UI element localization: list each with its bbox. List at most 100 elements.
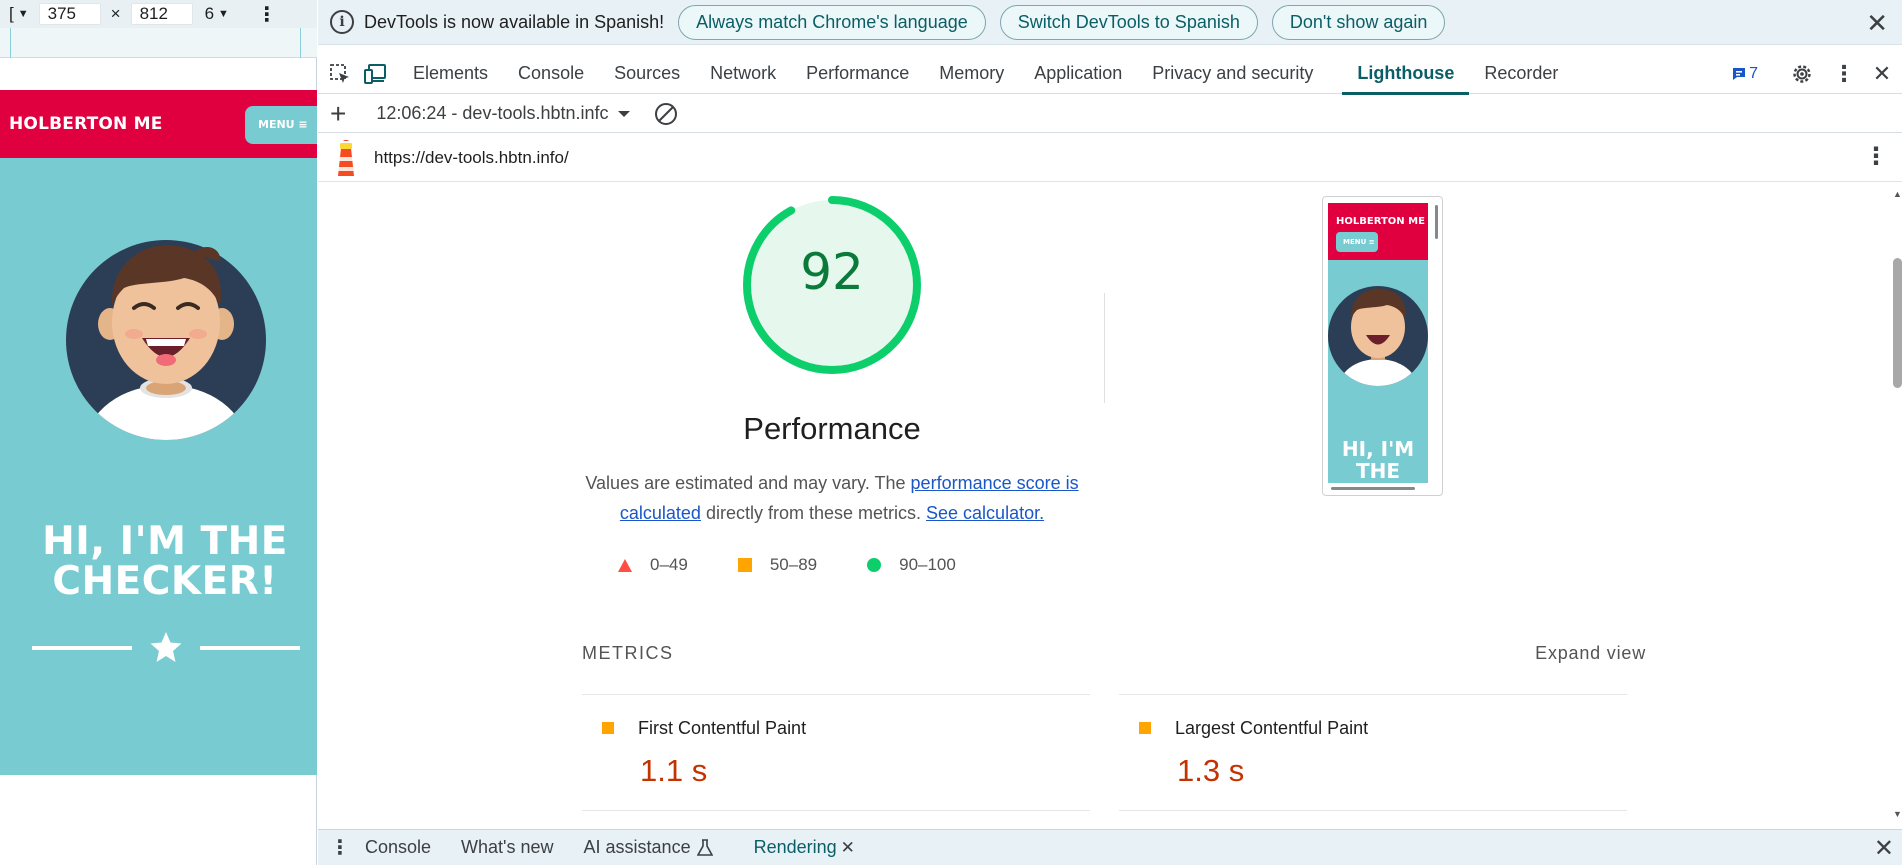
thumbnail-scrollbar [1435, 205, 1438, 239]
lighthouse-toolbar: + 12:06:24 - dev-tools.hbtn.infc [318, 95, 1902, 133]
see-calculator-link[interactable]: See calculator. [926, 503, 1044, 523]
always-match-language-button[interactable]: Always match Chrome's language [678, 4, 986, 40]
devtools-panel: i DevTools is now available in Spanish! … [318, 0, 1902, 865]
dimensions-dropdown-arrow-icon[interactable]: ▼ [18, 8, 29, 20]
average-square-icon [602, 722, 614, 734]
width-input[interactable]: 375 [38, 3, 101, 25]
metric-name: Largest Contentful Paint [1175, 718, 1369, 738]
site-header: HOLBERTON ME MENU ≡ [0, 90, 317, 158]
hero-line-2: CHECKER! [52, 559, 278, 604]
legend-average: 50–89 [737, 555, 817, 575]
times-symbol: × [110, 4, 121, 23]
zoom-dropdown-label[interactable]: 6 [205, 4, 214, 24]
expand-view-toggle[interactable]: Expand view [1535, 643, 1646, 664]
device-toolbar: [ ▼ 375 × 812 6 ▼ ⋮ [0, 0, 317, 28]
thumbnail-hero-line-2: THE [1355, 459, 1401, 483]
report-url: https://dev-tools.hbtn.info/ [374, 147, 569, 167]
tab-console[interactable]: Console [503, 54, 599, 94]
final-screenshot-thumbnail[interactable]: HOLBERTON ME MENU ≡ HI, I'M THE [1322, 196, 1443, 496]
thumbnail-hero-line-1: HI, I'M [1341, 437, 1415, 461]
performance-score-value: 92 [800, 243, 864, 301]
tab-recorder[interactable]: Recorder [1469, 54, 1573, 94]
site-menu-button[interactable]: MENU ≡ [245, 106, 317, 144]
report-scroll-thumb[interactable] [1893, 258, 1902, 388]
info-icon: i [330, 10, 354, 34]
tab-bar-tools: 7 ⋮ ✕ [1731, 54, 1902, 94]
lighthouse-logo-icon [338, 139, 355, 176]
height-input[interactable]: 812 [130, 3, 193, 25]
score-legend: 0–49 50–89 90–100 [618, 555, 1078, 575]
more-options-icon[interactable]: ⋮ [257, 2, 277, 27]
issues-count: 7 [1749, 65, 1758, 82]
emulated-page: HOLBERTON ME MENU ≡ HI, I'M THE CHECKER! [0, 90, 317, 775]
vertical-separator [1104, 293, 1105, 403]
metric-name: First Contentful Paint [638, 718, 807, 738]
square-icon [737, 558, 752, 572]
legend-pass: 90–100 [867, 555, 956, 575]
thumbnail-menu: MENU ≡ [1336, 232, 1378, 252]
tab-lighthouse[interactable]: Lighthouse [1342, 54, 1470, 95]
drawer-tab-console[interactable]: Console [350, 830, 446, 865]
close-infobar-icon[interactable]: ✕ [1866, 8, 1888, 39]
drawer-tab-ai-assistance[interactable]: AI assistance [569, 830, 697, 865]
triangle-icon [618, 558, 632, 572]
scroll-up-arrow-icon[interactable]: ▲ [1893, 189, 1902, 199]
inspect-element-icon[interactable] [326, 60, 354, 88]
category-title: Performance [743, 411, 921, 446]
tab-performance[interactable]: Performance [791, 54, 924, 94]
thumbnail-avatar [1328, 286, 1428, 386]
site-hero-heading: HI, I'M THE CHECKER! [0, 522, 317, 602]
tab-application[interactable]: Application [1019, 54, 1137, 94]
clear-reports-icon[interactable] [653, 101, 679, 127]
customize-menu-icon[interactable]: ⋮ [1830, 60, 1858, 88]
caret-down-icon [617, 110, 630, 117]
settings-gear-icon[interactable] [1788, 60, 1816, 88]
tab-elements[interactable]: Elements [398, 54, 503, 94]
drawer-tab-whats-new[interactable]: What's new [446, 830, 568, 865]
metric-value: 1.3 s [1177, 753, 1245, 788]
avatar [66, 240, 266, 440]
switch-to-spanish-button[interactable]: Switch DevTools to Spanish [999, 4, 1258, 40]
scroll-down-arrow-icon[interactable]: ▼ [1893, 809, 1902, 819]
circle-icon [867, 558, 882, 572]
media-ruler-left [10, 28, 11, 58]
main-tab-bar: Elements Console Sources Network Perform… [318, 54, 1902, 95]
legend-fail: 0–49 [618, 555, 688, 575]
tab-sources[interactable]: Sources [599, 54, 695, 94]
issues-counter[interactable]: 7 [1731, 65, 1758, 83]
drawer-tab-bar: ⋮ Console What's new AI assistance Rende… [318, 829, 1902, 865]
tab-memory[interactable]: Memory [924, 54, 1019, 94]
infobar-message: DevTools is now available in Spanish! [364, 11, 665, 32]
zoom-dropdown-arrow-icon[interactable]: ▼ [218, 8, 229, 20]
star-divider [32, 632, 300, 662]
tab-network[interactable]: Network [695, 54, 791, 94]
report-url-bar: https://dev-tools.hbtn.info/ ⋮ [318, 134, 1902, 182]
average-square-icon [1139, 722, 1151, 734]
report-selector[interactable]: 12:06:24 - dev-tools.hbtn.infc [376, 103, 630, 124]
metric-first-contentful-paint: First Contentful Paint 1.1 s [582, 694, 1090, 811]
issues-icon [1733, 68, 1746, 80]
score-description: Values are estimated and may vary. The p… [581, 468, 1083, 528]
thumbnail-horizontal-scrollbar [1331, 487, 1415, 490]
tab-privacy-and-security[interactable]: Privacy and security [1137, 54, 1328, 94]
drawer-menu-icon[interactable]: ⋮ [330, 835, 350, 860]
device-toolbar-toggle-icon[interactable] [362, 60, 390, 88]
metric-largest-contentful-paint: Largest Contentful Paint 1.3 s [1119, 694, 1627, 811]
close-devtools-icon[interactable]: ✕ [1868, 60, 1896, 88]
lighthouse-report: 92 Performance Values are estimated and … [318, 183, 1902, 827]
drawer-tab-rendering[interactable]: Rendering [739, 830, 841, 865]
report-scrollbar[interactable]: ▲ ▼ [1890, 183, 1902, 827]
close-drawer-icon[interactable]: ✕ [1874, 834, 1894, 863]
thumbnail-hero: HI, I'M THE [1328, 438, 1428, 482]
metric-value: 1.1 s [640, 753, 708, 788]
site-logo[interactable]: HOLBERTON ME [9, 114, 163, 134]
media-query-bar[interactable] [0, 28, 317, 58]
metrics-header: METRICS Expand view [582, 643, 1646, 669]
thumbnail-header: HOLBERTON ME MENU ≡ [1328, 203, 1428, 260]
dont-show-again-button[interactable]: Don't show again [1271, 4, 1446, 40]
new-report-plus-icon[interactable]: + [330, 99, 346, 128]
description-text-2: directly from these metrics. [700, 503, 927, 523]
close-rendering-tab-icon[interactable]: ✕ [841, 838, 855, 858]
report-tools-menu-icon[interactable]: ⋮ [1864, 142, 1888, 171]
dimensions-dropdown-label[interactable]: [ [9, 4, 14, 24]
